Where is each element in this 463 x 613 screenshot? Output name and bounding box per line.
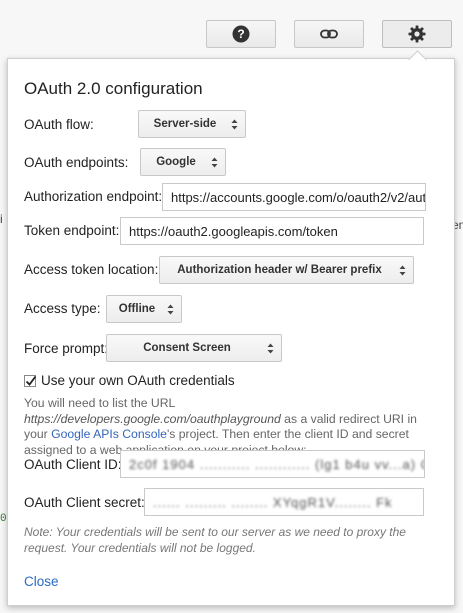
updown-arrow-icon xyxy=(267,343,274,354)
access-token-location-value: Authorization header w/ Bearer prefix xyxy=(177,264,382,276)
client-id-label: OAuth Client ID: xyxy=(24,457,122,472)
token-endpoint-input[interactable]: https://oauth2.googleapis.com/token xyxy=(120,217,424,245)
redirect-url: https://developers.google.com/oauthplayg… xyxy=(24,411,281,426)
client-secret-label: OAuth Client secret: xyxy=(24,495,145,510)
access-token-location-select[interactable]: Authorization header w/ Bearer prefix xyxy=(159,256,414,284)
updown-arrow-icon xyxy=(167,304,174,315)
link-button[interactable] xyxy=(294,20,364,48)
help-text-part: You will need to list the URL xyxy=(24,396,175,410)
redirect-uri-help-text: You will need to list the URL https://de… xyxy=(24,396,434,458)
updown-arrow-icon xyxy=(231,119,238,130)
panel-title: OAuth 2.0 configuration xyxy=(24,79,203,98)
client-secret-input[interactable]: ...... ......... ........ XYqgR1V.......… xyxy=(144,488,424,516)
oauth-flow-select[interactable]: Server-side xyxy=(138,110,246,138)
playground-page: i en 0 ? OAuth 2.0 configuration OAuth f… xyxy=(0,0,463,613)
token-endpoint-label: Token endpoint: xyxy=(24,223,120,238)
updown-arrow-icon xyxy=(399,265,406,276)
credentials-note: Note: Your credentials will be sent to o… xyxy=(24,525,406,555)
force-prompt-select[interactable]: Consent Screen xyxy=(106,334,282,362)
oauth-flow-value: Server-side xyxy=(153,118,217,130)
oauth-endpoints-value: Google xyxy=(156,156,196,168)
authorization-endpoint-input[interactable]: https://accounts.google.com/o/oauth2/v2/… xyxy=(162,183,426,211)
access-type-select[interactable]: Offline xyxy=(106,295,182,323)
checkmark-icon xyxy=(25,375,37,386)
gear-icon xyxy=(408,25,426,43)
settings-button[interactable] xyxy=(382,20,452,48)
updown-arrow-icon xyxy=(211,157,218,168)
close-link[interactable]: Close xyxy=(24,574,59,589)
background-text-fragment: 0 xyxy=(0,513,7,525)
oauth-flow-label: OAuth flow: xyxy=(24,117,94,132)
client-secret-value: ...... ......... ........ XYqgR1V.......… xyxy=(153,494,393,510)
force-prompt-value: Consent Screen xyxy=(143,342,231,354)
client-id-value: 2c0f 1904 ........... ............ (lg1 … xyxy=(129,456,425,472)
authorization-endpoint-label: Authorization endpoint: xyxy=(24,189,163,204)
oauth-endpoints-select[interactable]: Google xyxy=(140,148,226,176)
use-own-credentials-row[interactable]: Use your own OAuth credentials xyxy=(24,373,235,388)
access-type-value: Offline xyxy=(118,303,156,315)
help-icon: ? xyxy=(232,25,250,43)
use-own-credentials-checkbox[interactable] xyxy=(24,374,37,387)
access-type-label: Access type: xyxy=(24,301,101,316)
background-text-fragment: i xyxy=(0,212,3,226)
access-token-location-label: Access token location: xyxy=(24,262,159,277)
svg-text:?: ? xyxy=(237,27,244,41)
use-own-credentials-label: Use your own OAuth credentials xyxy=(41,373,235,388)
help-button[interactable]: ? xyxy=(206,20,276,48)
client-id-input[interactable]: 2c0f 1904 ........... ............ (lg1 … xyxy=(120,450,425,478)
force-prompt-label: Force prompt: xyxy=(24,341,109,356)
oauth-endpoints-label: OAuth endpoints: xyxy=(24,155,129,170)
oauth-configuration-panel: OAuth 2.0 configuration OAuth flow: Serv… xyxy=(7,58,455,606)
link-icon xyxy=(320,29,338,39)
google-apis-console-link[interactable]: Google APIs Console xyxy=(51,427,167,441)
